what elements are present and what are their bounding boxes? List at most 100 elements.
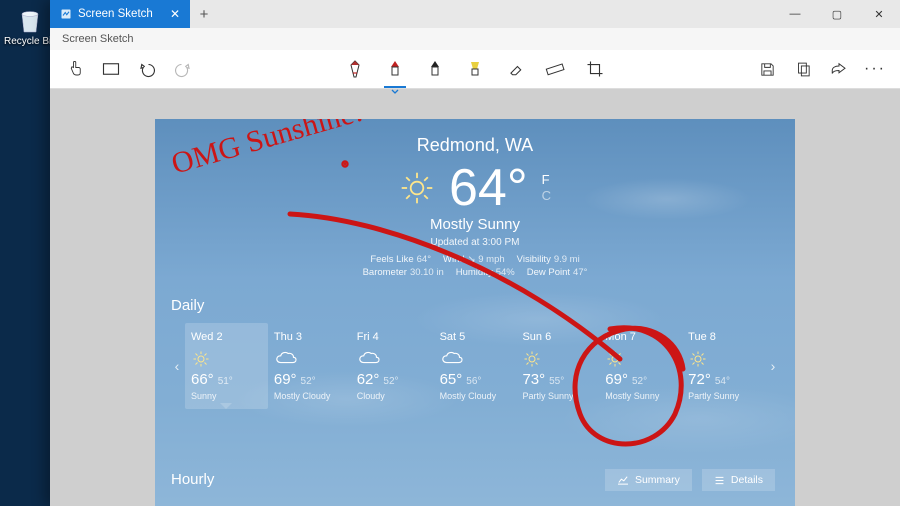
pencil-button[interactable] bbox=[380, 54, 410, 84]
day-card-2[interactable]: Fri 4 62°52° Cloudy bbox=[351, 323, 434, 409]
eraser-icon bbox=[506, 61, 524, 77]
day-high: 65° bbox=[440, 371, 463, 388]
city-label: Redmond, WA bbox=[155, 135, 795, 156]
day-condition: Partly Sunny bbox=[688, 391, 759, 401]
titlebar: Screen Sketch ✕ + — ▢ ✕ bbox=[50, 0, 900, 28]
canvas-area[interactable]: Redmond, WA 64° F C Mostly Sunny Updated… bbox=[50, 89, 900, 506]
day-card-1[interactable]: Thu 3 69° 52° Mostly Cloudy bbox=[268, 323, 351, 409]
day-name: Sat 5 bbox=[440, 331, 511, 343]
day-low: 52° bbox=[383, 376, 398, 387]
day-condition: Partly Sunny bbox=[522, 391, 593, 401]
day-high: 72° bbox=[688, 371, 711, 388]
toolbar: ··· bbox=[50, 50, 900, 89]
day-card-5[interactable]: Mon 7 69° 52° Mostly Sunny bbox=[599, 323, 682, 409]
day-card-4[interactable]: Sun 6 73° 55° Partly Sunny bbox=[516, 323, 599, 409]
new-tab-button[interactable]: + bbox=[190, 0, 218, 28]
day-high: 73° bbox=[522, 371, 545, 388]
save-button[interactable] bbox=[752, 54, 782, 84]
marker-button[interactable] bbox=[420, 54, 450, 84]
day-low: 56° bbox=[466, 376, 481, 387]
day-condition: Sunny bbox=[191, 391, 262, 401]
updated-label: Updated at 3:00 PM bbox=[155, 237, 795, 248]
day-condition: Cloudy bbox=[357, 391, 428, 401]
tab-screen-sketch[interactable]: Screen Sketch ✕ bbox=[50, 0, 190, 28]
ruler-icon bbox=[545, 61, 565, 77]
temperature-value: 64 bbox=[449, 159, 507, 217]
marker-icon bbox=[428, 59, 442, 79]
touch-writing-button[interactable] bbox=[60, 54, 90, 84]
sun-icon bbox=[399, 170, 435, 206]
day-name: Fri 4 bbox=[357, 331, 428, 343]
redo-icon bbox=[174, 60, 192, 78]
summary-button[interactable]: Summary bbox=[605, 469, 692, 491]
day-condition: Mostly Sunny bbox=[605, 391, 676, 401]
day-low: 54° bbox=[715, 376, 730, 387]
day-high: 69° bbox=[274, 371, 297, 388]
cloud-icon bbox=[440, 349, 511, 367]
sun-icon bbox=[522, 349, 593, 367]
close-window-button[interactable]: ✕ bbox=[858, 0, 900, 28]
undo-button[interactable] bbox=[132, 54, 162, 84]
stats-block: Feels Like64° Wind↘ 9 mph Visibility9.9 … bbox=[155, 254, 795, 278]
day-name: Mon 7 bbox=[605, 331, 676, 343]
sun-icon bbox=[191, 349, 262, 367]
crop-button[interactable] bbox=[580, 54, 610, 84]
sun-icon bbox=[688, 349, 759, 367]
daily-next-button[interactable]: › bbox=[765, 323, 781, 409]
ballpoint-pen-icon bbox=[347, 59, 363, 79]
undo-icon bbox=[138, 60, 156, 78]
day-low: 55° bbox=[549, 376, 564, 387]
recycle-bin[interactable]: Recycle Bin bbox=[4, 4, 57, 47]
day-condition: Mostly Cloudy bbox=[440, 391, 511, 401]
share-icon bbox=[830, 61, 848, 77]
day-low: 51° bbox=[218, 376, 233, 387]
day-card-3[interactable]: Sat 5 65°56° Mostly Cloudy bbox=[434, 323, 517, 409]
ballpoint-pen-button[interactable] bbox=[340, 54, 370, 84]
day-card-6[interactable]: Tue 8 72° 54° Partly Sunny bbox=[682, 323, 765, 409]
details-button[interactable]: Details bbox=[702, 469, 775, 491]
breadcrumb: Screen Sketch bbox=[50, 28, 900, 50]
day-card-0[interactable]: Wed 2 66° 51° Sunny bbox=[185, 323, 268, 409]
minimize-button[interactable]: — bbox=[774, 0, 816, 28]
more-button[interactable]: ··· bbox=[860, 54, 890, 84]
redo-button[interactable] bbox=[168, 54, 198, 84]
list-icon bbox=[714, 475, 725, 486]
sun-icon bbox=[605, 349, 676, 367]
crop-icon bbox=[586, 60, 604, 78]
daily-forecast: ‹ Wed 2 66° 51° Sunny Thu 3 69° 52° Mostly Clou… bbox=[169, 323, 781, 409]
day-low: 52° bbox=[301, 376, 316, 387]
frame-icon bbox=[102, 62, 120, 76]
copy-button[interactable] bbox=[788, 54, 818, 84]
day-name: Tue 8 bbox=[688, 331, 759, 343]
chart-icon bbox=[617, 475, 629, 485]
cloud-icon bbox=[357, 349, 428, 367]
screen-sketch-window: Screen Sketch ✕ + — ▢ ✕ Screen Sketch bbox=[50, 0, 900, 506]
highlighter-button[interactable] bbox=[460, 54, 490, 84]
hourly-section-label: Hourly bbox=[171, 471, 214, 488]
recycle-bin-label: Recycle Bin bbox=[4, 36, 57, 47]
day-low: 52° bbox=[632, 376, 647, 387]
highlighter-icon bbox=[467, 59, 483, 79]
frame-button[interactable] bbox=[96, 54, 126, 84]
maximize-button[interactable]: ▢ bbox=[816, 0, 858, 28]
day-high: 62° bbox=[357, 371, 380, 388]
day-name: Thu 3 bbox=[274, 331, 345, 343]
day-name: Sun 6 bbox=[522, 331, 593, 343]
touch-writing-icon bbox=[66, 60, 84, 78]
cloud-icon bbox=[274, 349, 345, 367]
daily-section-label: Daily bbox=[171, 297, 204, 314]
daily-prev-button[interactable]: ‹ bbox=[169, 323, 185, 409]
app-icon bbox=[60, 8, 72, 20]
tab-close-icon[interactable]: ✕ bbox=[170, 7, 180, 21]
pencil-icon bbox=[388, 59, 402, 79]
unit-f[interactable]: F bbox=[542, 172, 551, 188]
day-condition: Mostly Cloudy bbox=[274, 391, 345, 401]
share-button[interactable] bbox=[824, 54, 854, 84]
degree-symbol: ° bbox=[507, 159, 528, 217]
day-high: 66° bbox=[191, 371, 214, 388]
day-name: Wed 2 bbox=[191, 331, 262, 343]
day-high: 69° bbox=[605, 371, 628, 388]
unit-c[interactable]: C bbox=[542, 188, 551, 204]
ruler-button[interactable] bbox=[540, 54, 570, 84]
eraser-button[interactable] bbox=[500, 54, 530, 84]
